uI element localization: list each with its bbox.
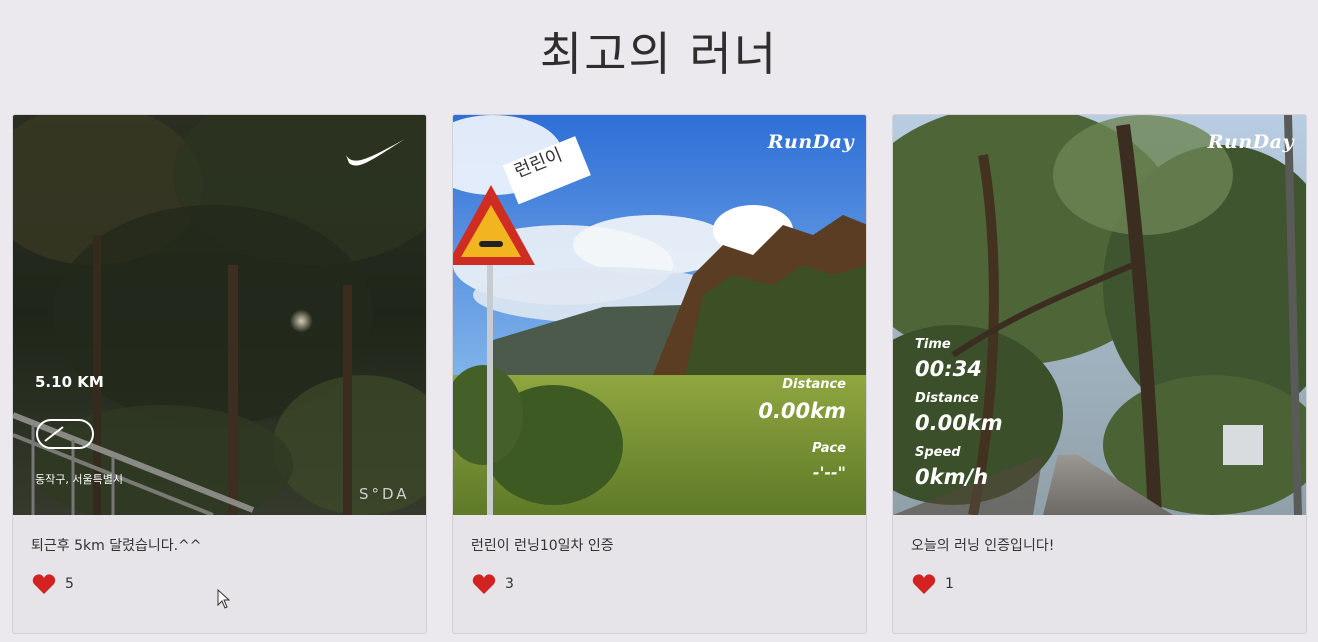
- like-count: 5: [65, 576, 74, 592]
- post-card[interactable]: RunDay Time 00:34 Distance 0.00km Speed …: [892, 114, 1307, 634]
- like-section: 1: [911, 573, 954, 595]
- post-caption: 오늘의 러닝 인증입니다!: [911, 538, 1055, 554]
- post-photo[interactable]: 런린이 RunDay Distance 0.00km Pace -'--": [453, 115, 866, 515]
- forest-photo: [13, 115, 426, 515]
- location-overlay: 동작구, 서울특별시: [35, 473, 123, 486]
- runday-logo: RunDay: [767, 131, 854, 153]
- post-photo[interactable]: 5.10 KM 동작구, 서울특별시 S°DA: [13, 115, 426, 515]
- post-caption: 퇴근후 5km 달렸습니다.^^: [31, 538, 202, 554]
- page-title: 최고의 러너: [539, 27, 779, 81]
- mouse-cursor-icon: [217, 589, 231, 609]
- pace-label: Pace: [812, 441, 846, 456]
- like-section: 5: [31, 573, 74, 595]
- speed-value: 0km/h: [915, 465, 989, 489]
- post-photo[interactable]: RunDay Time 00:34 Distance 0.00km Speed …: [893, 115, 1306, 515]
- time-value: 00:34: [915, 357, 982, 381]
- field-photo: [453, 115, 866, 515]
- distance-value: 0.00km: [915, 411, 1003, 435]
- runday-logo: RunDay: [1207, 131, 1294, 153]
- speed-label: Speed: [915, 445, 961, 460]
- post-caption: 런린이 런닝10일차 인증: [471, 538, 614, 554]
- time-label: Time: [915, 337, 951, 352]
- like-count: 3: [505, 576, 514, 592]
- watermark: S°DA: [359, 485, 410, 503]
- pace-value: -'--": [812, 463, 846, 482]
- post-card[interactable]: 5.10 KM 동작구, 서울특별시 S°DA 퇴근후 5km 달렸습니다.^^…: [12, 114, 427, 634]
- distance-label: Distance: [915, 391, 979, 406]
- heart-icon[interactable]: [471, 573, 497, 595]
- distance-label: Distance: [782, 377, 846, 392]
- distance-overlay: 5.10 KM: [35, 373, 104, 391]
- like-section: 3: [471, 573, 514, 595]
- heart-icon[interactable]: [31, 573, 57, 595]
- post-card[interactable]: 런린이 RunDay Distance 0.00km Pace -'--" 런린…: [452, 114, 867, 634]
- heart-icon[interactable]: [911, 573, 937, 595]
- like-count: 1: [945, 576, 954, 592]
- distance-value: 0.00km: [758, 399, 846, 423]
